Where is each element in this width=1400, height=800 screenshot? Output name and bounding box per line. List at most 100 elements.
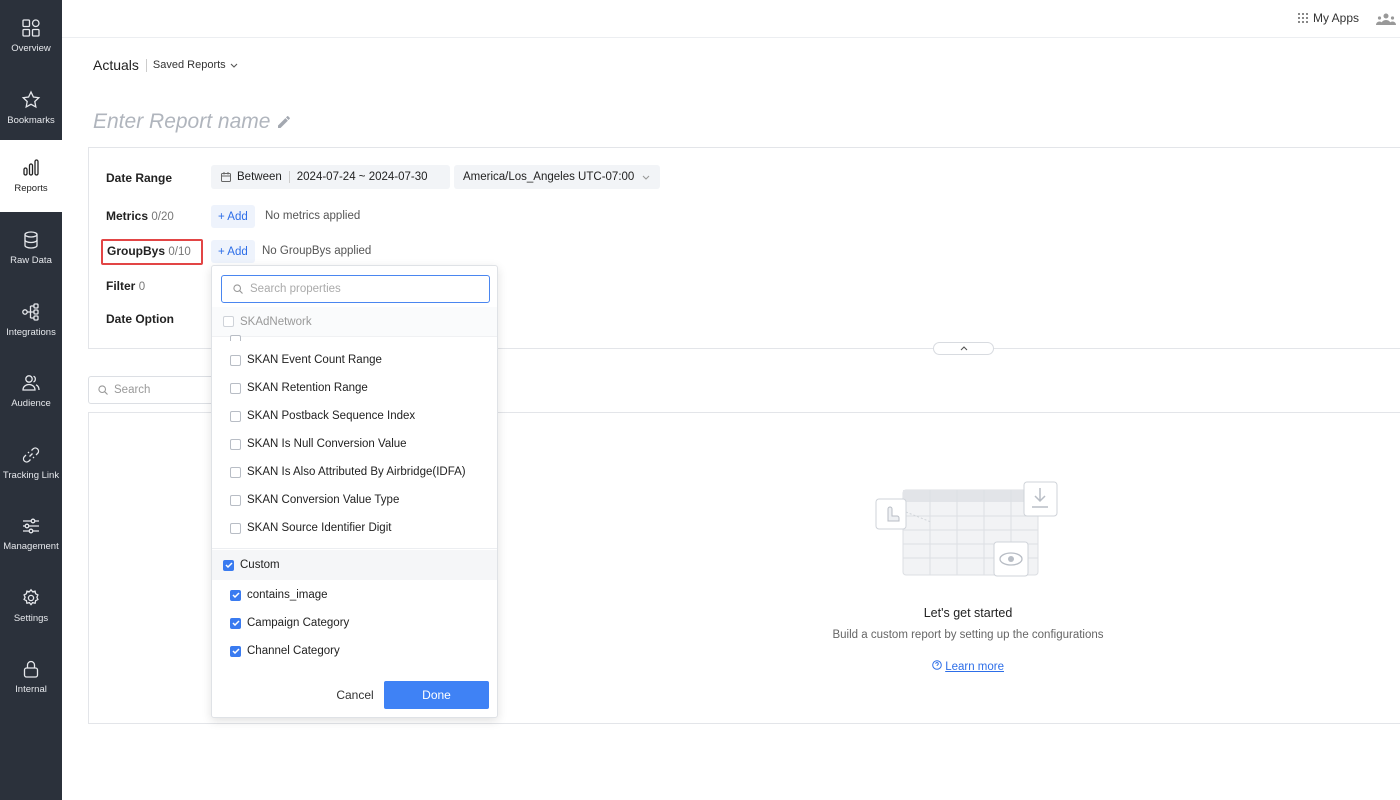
database-icon	[24, 231, 38, 249]
option-label: contains_image	[247, 589, 328, 601]
empty-state-subtitle: Build a custom report by setting up the …	[832, 629, 1104, 641]
chevron-down-icon	[230, 63, 238, 68]
nav-integrations[interactable]: Integrations	[0, 284, 62, 356]
add-groupbys-button[interactable]: + Add	[211, 240, 255, 263]
checkbox[interactable]	[230, 494, 241, 506]
apps-grid-icon	[1297, 13, 1308, 23]
bar-chart-icon	[23, 159, 39, 176]
table-search-input[interactable]: Search	[88, 376, 218, 404]
team-icon[interactable]	[1376, 11, 1396, 27]
nav-label: Audience	[11, 398, 51, 409]
checkbox-checked[interactable]	[230, 617, 241, 629]
date-range-mode: Between	[237, 171, 282, 183]
saved-reports-dropdown[interactable]: Saved Reports	[153, 59, 238, 71]
option-skan-retention-range[interactable]: SKAN Retention Range	[230, 378, 368, 398]
checkbox	[230, 335, 241, 341]
option-label: SKAN Event Count Range	[247, 354, 382, 366]
grid-icon	[22, 19, 40, 37]
star-icon	[21, 90, 41, 109]
checkbox[interactable]	[230, 466, 241, 478]
option-contains-image[interactable]: contains_image	[230, 585, 328, 605]
metrics-label: Metrics 0/20	[106, 209, 174, 223]
groupbys-highlight	[101, 239, 203, 265]
nav-management[interactable]: Management	[0, 498, 62, 570]
option-skan-conversion-value-type[interactable]: SKAN Conversion Value Type	[230, 490, 399, 510]
timezone-select[interactable]: America/Los_Angeles UTC-07:00	[454, 165, 660, 189]
search-icon	[233, 284, 243, 294]
group-label: SKAdNetwork	[240, 315, 312, 328]
filter-label: Filter 0	[106, 279, 146, 293]
chevron-up-icon	[960, 346, 967, 351]
saved-reports-label: Saved Reports	[152, 59, 226, 71]
sidebar: Overview Bookmarks Reports Raw Data Inte…	[0, 0, 62, 800]
option-label: Channel Category	[247, 645, 340, 657]
users-icon	[22, 375, 40, 391]
option-label: SKAN Is Also Attributed By Airbridge(IDF…	[247, 466, 466, 478]
groupby-dropdown: SKAdNetwork SKAN Event Count Range SKAN …	[211, 265, 498, 718]
report-name-field[interactable]: Enter Report name	[93, 110, 292, 134]
option-skan-source-identifier-digit[interactable]: SKAN Source Identifier Digit	[230, 518, 391, 538]
nav-audience[interactable]: Audience	[0, 355, 62, 427]
option-label: SKAN Source Identifier Digit	[247, 522, 392, 534]
top-bar: My Apps	[62, 0, 1400, 38]
check-icon	[231, 592, 240, 598]
cancel-button[interactable]: Cancel	[328, 682, 382, 708]
option-channel-category[interactable]: Channel Category	[230, 641, 340, 661]
checkbox-checked[interactable]	[230, 645, 241, 657]
nav-label: Bookmarks	[7, 115, 55, 126]
property-search-input[interactable]	[250, 283, 470, 295]
link-icon	[22, 447, 40, 463]
option-label: Campaign Category	[247, 617, 350, 629]
timezone-value: America/Los_Angeles UTC-07:00	[463, 171, 635, 183]
sliders-icon	[23, 518, 39, 534]
checkbox[interactable]	[223, 316, 234, 327]
collapse-config-toggle[interactable]	[933, 342, 994, 355]
option-skan-postback-sequence-index[interactable]: SKAN Postback Sequence Index	[230, 406, 415, 426]
learn-more-link[interactable]: Learn more	[0, 660, 1400, 673]
option-label: SKAN Postback Sequence Index	[247, 410, 416, 422]
option-campaign-category[interactable]: Campaign Category	[230, 613, 349, 633]
option-skan-is-null-conversion-value[interactable]: SKAN Is Null Conversion Value	[230, 434, 407, 454]
nav-internal[interactable]: Internal	[0, 641, 62, 713]
checkbox[interactable]	[230, 382, 241, 394]
date-range-label: Date Range	[106, 171, 173, 185]
option-label: SKAN Is Null Conversion Value	[247, 438, 407, 450]
nav-label: Overview	[11, 43, 51, 54]
chevron-down-icon	[642, 175, 650, 180]
nav-label: Management	[3, 541, 59, 552]
checkbox[interactable]	[230, 354, 241, 366]
gear-icon	[23, 588, 39, 606]
metrics-count: 0/20	[151, 211, 174, 223]
nav-overview[interactable]: Overview	[0, 0, 62, 72]
calendar-icon	[221, 172, 231, 182]
done-button[interactable]: Done	[384, 681, 489, 709]
nav-bookmarks[interactable]: Bookmarks	[0, 72, 62, 144]
report-name-placeholder: Enter Report name	[93, 110, 271, 133]
group-custom[interactable]: Custom	[212, 550, 497, 580]
property-search-field[interactable]	[221, 275, 490, 303]
search-icon	[98, 385, 108, 395]
empty-state-illustration	[875, 481, 1058, 577]
nav-label: Integrations	[6, 327, 56, 338]
my-apps-button[interactable]: My Apps	[1297, 11, 1359, 25]
nav-reports[interactable]: Reports	[0, 140, 62, 212]
nav-label: Raw Data	[10, 255, 52, 266]
checkbox[interactable]	[230, 522, 241, 534]
nav-raw-data[interactable]: Raw Data	[0, 212, 62, 284]
nav-tracking-link[interactable]: Tracking Link	[0, 427, 62, 499]
checkbox-checked[interactable]	[230, 589, 241, 601]
checkbox-checked[interactable]	[223, 559, 234, 571]
my-apps-label: My Apps	[1312, 11, 1359, 25]
checkbox[interactable]	[230, 410, 241, 422]
nav-label: Reports	[14, 183, 48, 194]
option-skan-event-count-range[interactable]: SKAN Event Count Range	[230, 350, 382, 370]
add-metrics-button[interactable]: + Add	[211, 205, 255, 228]
option-label: SKAN Conversion Value Type	[247, 494, 400, 506]
pencil-icon[interactable]	[276, 114, 292, 130]
checkbox[interactable]	[230, 438, 241, 450]
option-skan-is-also-attributed[interactable]: SKAN Is Also Attributed By Airbridge(IDF…	[230, 462, 466, 482]
divider	[212, 548, 497, 549]
breadcrumb: Actuals Saved Reports	[93, 57, 238, 73]
date-range-picker[interactable]: Between 2024-07-24 ~ 2024-07-30	[211, 165, 450, 189]
check-icon	[231, 620, 240, 626]
